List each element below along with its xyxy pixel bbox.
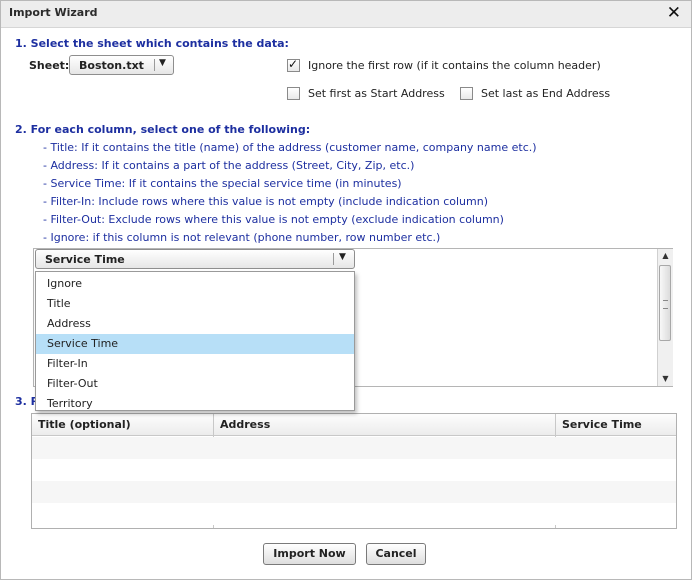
dialog-body: 1. Select the sheet which contains the d… xyxy=(1,28,691,579)
desc-service-time: - Service Time: If it contains the speci… xyxy=(43,177,402,190)
desc-title: - Title: If it contains the title (name)… xyxy=(43,141,537,154)
chevron-down-icon: ▼ xyxy=(159,58,166,68)
checkmark-icon: ✓ xyxy=(288,57,299,71)
scroll-thumb[interactable] xyxy=(659,265,671,341)
column-header-address: Address xyxy=(214,414,555,436)
ignore-first-row-label: Ignore the first row (if it contains the… xyxy=(308,59,601,72)
chevron-down-icon: ▼ xyxy=(339,252,346,262)
import-wizard-dialog: Import Wizard ✕ 1. Select the sheet whic… xyxy=(0,0,692,580)
column-type-dropdown-list: Ignore Title Address Service Time Filter… xyxy=(35,271,355,411)
desc-ignore: - Ignore: if this column is not relevant… xyxy=(43,231,441,244)
dialog-title: Import Wizard xyxy=(9,6,98,19)
option-ignore[interactable]: Ignore xyxy=(36,274,354,294)
import-now-button[interactable]: Import Now xyxy=(263,543,356,565)
set-first-start-checkbox[interactable] xyxy=(287,87,300,100)
set-first-start-label: Set first as Start Address xyxy=(308,87,445,100)
set-last-end-checkbox[interactable] xyxy=(460,87,473,100)
scroll-down-icon[interactable]: ▼ xyxy=(658,372,673,386)
grip-icon xyxy=(663,300,668,309)
desc-filter-out: - Filter-Out: Exclude rows where this va… xyxy=(43,213,504,226)
combo-divider xyxy=(154,59,155,71)
cancel-button[interactable]: Cancel xyxy=(366,543,426,565)
step1-heading: 1. Select the sheet which contains the d… xyxy=(15,37,289,50)
desc-filter-in: - Filter-In: Include rows where this val… xyxy=(43,195,488,208)
column-type-value: Service Time xyxy=(45,253,125,266)
column-header-title: Title (optional) xyxy=(32,414,213,436)
table-row xyxy=(32,481,676,503)
scroll-up-icon[interactable]: ▲ xyxy=(658,249,673,263)
close-icon[interactable]: ✕ xyxy=(667,3,681,23)
option-territory[interactable]: Territory xyxy=(36,394,354,414)
table-row xyxy=(32,437,676,459)
sheet-select-value: Boston.txt xyxy=(79,59,144,72)
preview-table: Title (optional) Address Service Time xyxy=(31,413,677,529)
step2-heading: 2. For each column, select one of the fo… xyxy=(15,123,311,136)
column-type-select[interactable]: Service Time ▼ xyxy=(35,249,355,269)
option-title[interactable]: Title xyxy=(36,294,354,314)
option-address[interactable]: Address xyxy=(36,314,354,334)
vertical-scrollbar[interactable]: ▲ ▼ xyxy=(657,249,673,386)
column-header-service-time: Service Time xyxy=(556,414,676,436)
option-filter-out[interactable]: Filter-Out xyxy=(36,374,354,394)
combo-divider xyxy=(333,253,334,265)
desc-address: - Address: If it contains a part of the … xyxy=(43,159,415,172)
option-service-time[interactable]: Service Time xyxy=(36,334,354,354)
table-row xyxy=(32,503,676,525)
set-last-end-label: Set last as End Address xyxy=(481,87,611,100)
sheet-label: Sheet: xyxy=(29,59,70,72)
title-bar: Import Wizard ✕ xyxy=(1,1,691,28)
option-filter-in[interactable]: Filter-In xyxy=(36,354,354,374)
sheet-select[interactable]: Boston.txt ▼ xyxy=(69,55,174,75)
ignore-first-row-checkbox[interactable]: ✓ xyxy=(287,57,300,72)
table-row xyxy=(32,459,676,481)
